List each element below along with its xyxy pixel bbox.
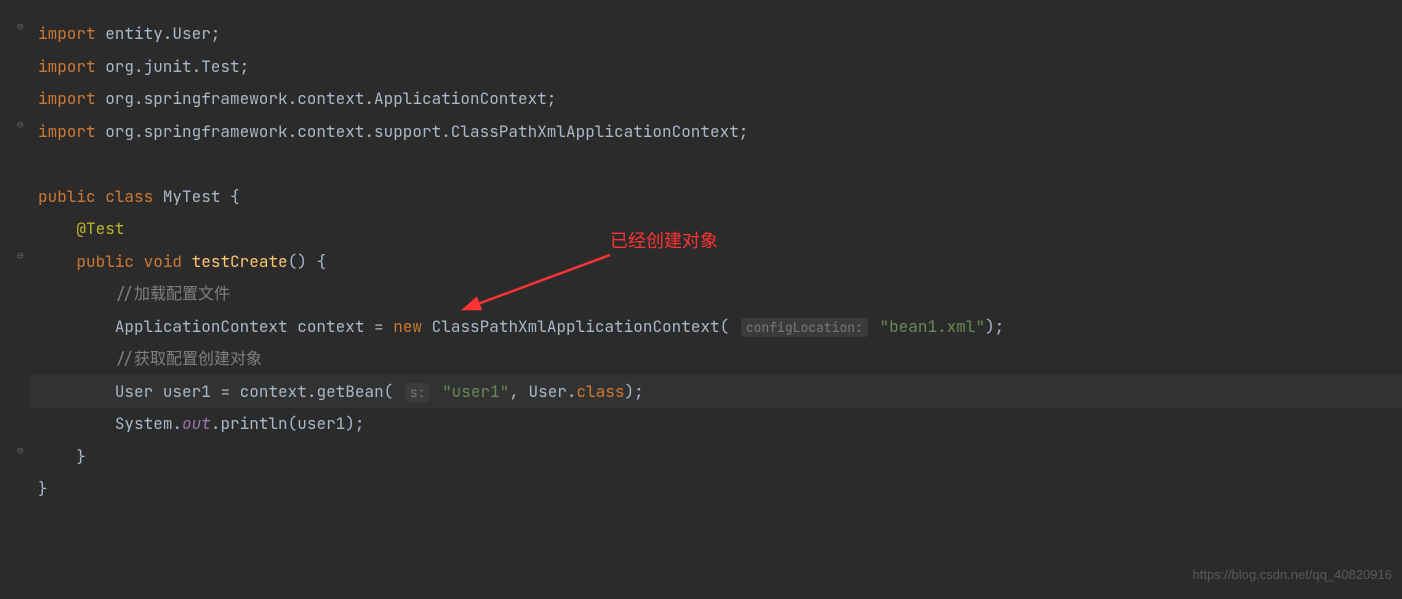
annotation-test: @Test [76,218,124,239]
brace-close: } [38,478,48,499]
class-ref: System [115,413,173,434]
string-literal: "user1" [432,381,509,402]
fold-icon[interactable]: ⊖ [17,118,27,128]
code-text: org.junit.Test; [96,56,250,77]
code-editor[interactable]: ⊖ ⊖ ⊖ ⊖ import entity.User; import org.j… [0,0,1402,599]
keyword-import: import [38,88,96,109]
fold-icon[interactable]: ⊖ [17,20,27,30]
code-text: org.springframework.context.support.Clas… [96,121,749,142]
comma-text: , User. [509,381,576,402]
code-line[interactable]: ApplicationContext context = new ClassPa… [38,311,1402,344]
gutter: ⊖ ⊖ ⊖ ⊖ [0,0,30,599]
param-hint: configLocation: [741,318,868,337]
variable: user1 [163,381,211,402]
paren-open: ( [384,381,403,402]
equals: = [364,316,393,337]
code-line[interactable]: public class MyTest { [38,181,1402,214]
code-line[interactable]: @Test [38,213,1402,246]
code-line-empty[interactable] [38,148,1402,181]
keyword-public: public [38,186,96,207]
keyword-import: import [38,121,96,142]
code-line[interactable]: import org.junit.Test; [38,51,1402,84]
argument: user1 [297,413,345,434]
code-line[interactable]: import org.springframework.context.Appli… [38,83,1402,116]
comment: //加载配置文件 [115,283,230,304]
keyword-public: public [76,251,134,272]
fold-icon[interactable]: ⊖ [17,249,27,259]
keyword-class: class [105,186,153,207]
keyword-import: import [38,23,96,44]
static-field: out [182,413,211,434]
keyword-import: import [38,56,96,77]
method-name: testCreate [192,251,288,272]
comment: //获取配置创建对象 [115,348,262,369]
code-line[interactable]: System.out.println(user1); [38,408,1402,441]
code-text: org.springframework.context.ApplicationC… [96,88,557,109]
fold-icon[interactable]: ⊖ [17,444,27,454]
brace-close: } [76,446,86,467]
code-text: entity.User; [96,23,221,44]
dot: . [211,413,221,434]
line-end: ); [985,316,1004,337]
watermark: https://blog.csdn.net/qq_40820916 [1193,559,1393,592]
brace: { [230,186,240,207]
annotation-label: 已经创建对象 [610,225,718,258]
code-line[interactable]: } [38,441,1402,474]
variable: context [297,316,364,337]
parens: () { [288,251,326,272]
method-call: getBean [316,381,383,402]
code-area[interactable]: import entity.User; import org.junit.Tes… [30,0,1402,599]
type-name: ApplicationContext [115,316,297,337]
dot: . [172,413,182,434]
type-name: User [115,381,163,402]
code-line[interactable]: User user1 = context.getBean( s: "user1"… [38,376,1402,409]
class-name: MyTest [153,186,230,207]
code-line[interactable]: //加载配置文件 [38,278,1402,311]
code-line[interactable]: //获取配置创建对象 [38,343,1402,376]
param-hint: s: [405,383,431,402]
code-line[interactable]: } [38,473,1402,506]
line-end: ); [625,381,644,402]
annotation-arrow-icon [460,250,620,320]
object: context [240,381,307,402]
keyword-class: class [577,381,625,402]
equals: = [211,381,240,402]
method-call: println [220,413,287,434]
keyword-new: new [393,316,422,337]
paren-open: ( [288,413,298,434]
string-literal: "bean1.xml" [870,316,985,337]
line-end: ); [345,413,364,434]
code-line[interactable]: import entity.User; [38,18,1402,51]
keyword-void: void [144,251,182,272]
code-line[interactable]: public void testCreate() { [38,246,1402,279]
code-line[interactable]: import org.springframework.context.suppo… [38,116,1402,149]
